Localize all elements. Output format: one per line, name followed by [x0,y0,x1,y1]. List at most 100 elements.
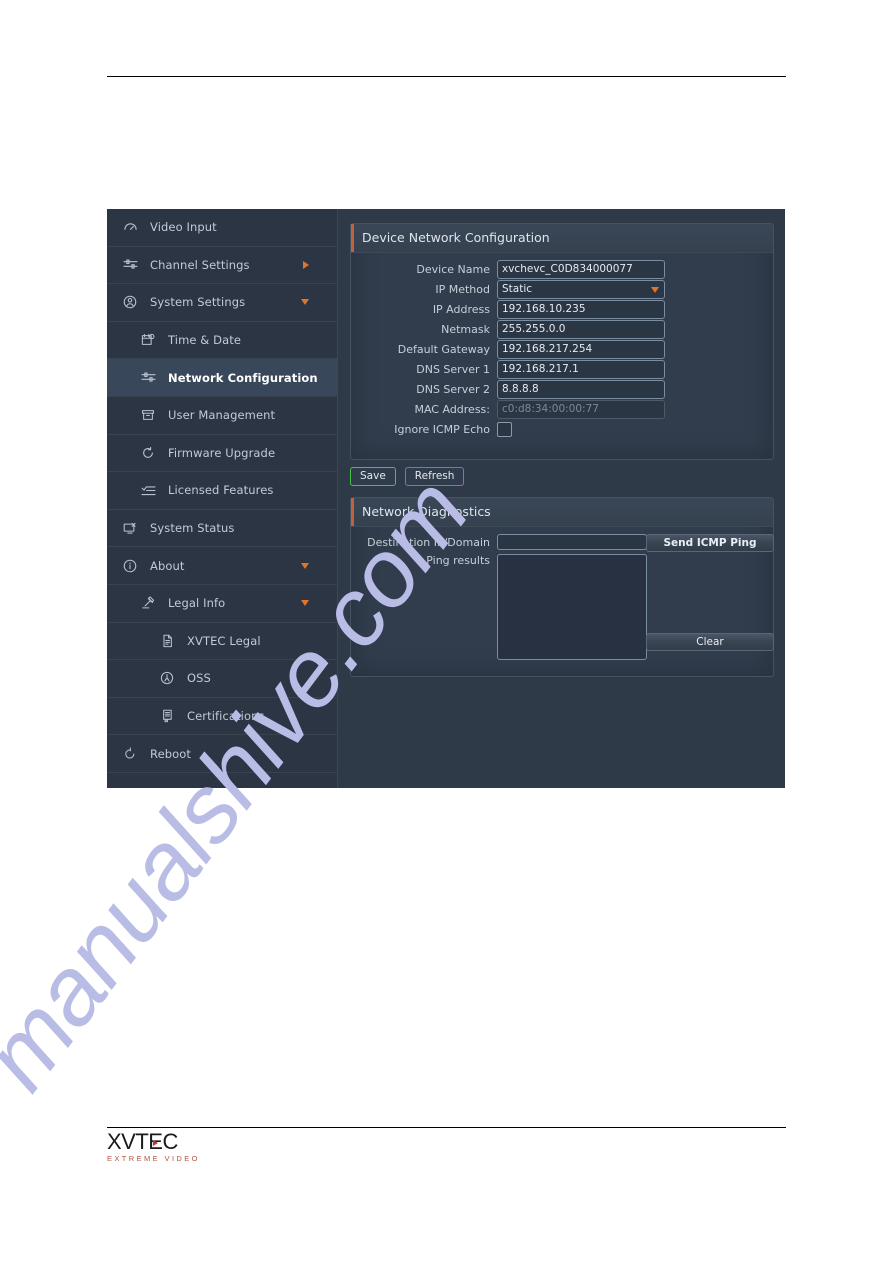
field-label-dns-server-1: DNS Server 1 [416,362,490,376]
input-netmask[interactable]: 255.255.0.0 [497,319,665,339]
gavel-icon [138,595,158,611]
brand-play-tick-icon [153,1140,158,1146]
sidebar-item-licensed-features[interactable]: Licensed Features [107,472,337,510]
field-row-dns-server-1: DNS Server 1 192.168.217.1 [351,359,773,379]
device-network-configuration-panel: Device Network Configuration Device Name… [350,223,774,460]
sidebar-item-label: Licensed Features [168,483,274,498]
sidebar-item-system-settings[interactable]: System Settings [107,284,337,322]
field-control-ip-address: 192.168.10.235 [497,299,665,319]
diagnostics-body: Destination IP/Domain Ping results Send … [351,527,774,674]
sidebar-item-user-management[interactable]: User Management [107,397,337,435]
input-dns-server-1[interactable]: 192.168.217.1 [497,359,665,379]
panel-title-diagnostics: Network Diagnostics [351,498,773,527]
field-row-netmask: Netmask 255.255.0.0 [351,319,773,339]
sliders-icon [138,370,158,386]
sidebar-item-legal-info[interactable]: Legal Info [107,585,337,623]
sidebar-item-system-status[interactable]: System Status [107,510,337,548]
sidebar-item-label: OSS [187,671,211,686]
device-network-form[interactable]: Device Name xvchevc_C0D834000077 IP Method… [351,253,773,439]
opensource-icon [157,670,177,686]
send-icmp-ping-button[interactable]: Send ICMP Ping [646,534,774,552]
field-label-netmask: Netmask [441,322,490,336]
field-row-mac-address: MAC Address: c0:d8:34:00:00:77 [351,399,773,419]
main-content: Device Network Configuration Device Name… [338,209,785,788]
sidebar-item-certifications[interactable]: Certifications [107,698,337,736]
field-row-ip-method: IP Method Static [351,279,773,299]
field-label-ip-address: IP Address [432,302,490,316]
chevron-down-icon[interactable] [651,286,659,293]
input-ip-address[interactable]: 192.168.10.235 [497,299,665,319]
sidebar-item-label: Video Input [150,220,217,235]
sidebar-nav[interactable]: Video Input Channel Settings System Settin… [107,209,338,788]
sidebar-item-reboot[interactable]: Reboot [107,735,337,773]
brand-text: XVTEC [107,1129,178,1154]
info-circle-icon [120,558,140,574]
sidebar-item-xvtec-legal[interactable]: XVTEC Legal [107,623,337,661]
sidebar-item-label: System Settings [150,295,246,310]
sidebar-item-label: Reboot [150,746,192,761]
field-control-dns-server-2: 8.8.8.8 [497,379,665,399]
brand-name: XVTEC [107,1131,178,1153]
field-label-default-gateway: Default Gateway [397,342,490,356]
field-label-device-name: Device Name [416,262,490,276]
network-diagnostics-panel: Network Diagnostics Destination IP/Domai… [350,497,774,677]
refresh-icon [138,445,158,461]
sidebar-item-label: System Status [150,521,235,536]
field-control-ignore-icmp-echo [497,421,512,437]
chevron-down-icon[interactable] [301,600,309,607]
destination-input[interactable] [497,534,647,550]
field-label-dns-server-2: DNS Server 2 [416,382,490,396]
form-action-bar: Save Refresh [350,467,465,486]
footer-logo: XVTEC EXTREME VIDEO [107,1131,307,1164]
sidebar-item-video-input[interactable]: Video Input [107,209,337,247]
sidebar-item-label: About [150,558,185,573]
input-device-name[interactable]: xvchevc_C0D834000077 [497,259,665,279]
sidebar-item-network-configuration[interactable]: Network Configuration [107,359,337,397]
document-icon [157,633,177,649]
sidebar-item-label: Channel Settings [150,257,250,272]
field-row-device-name: Device Name xvchevc_C0D834000077 [351,259,773,279]
ping-results-label: Ping results [426,554,490,567]
select-ip-method[interactable]: Static [497,279,665,299]
sidebar-item-label: Network Configuration [168,370,318,385]
ping-results-output[interactable] [497,554,647,660]
field-control-dns-server-1: 192.168.217.1 [497,359,665,379]
sidebar-item-firmware-upgrade[interactable]: Firmware Upgrade [107,435,337,473]
sidebar-item-oss[interactable]: OSS [107,660,337,698]
save-button[interactable]: Save [350,467,396,486]
field-label-ignore-icmp-echo: Ignore ICMP Echo [394,422,490,436]
checkbox-ignore-icmp-echo[interactable] [497,421,512,437]
field-row-ip-address: IP Address 192.168.10.235 [351,299,773,319]
chevron-down-icon[interactable] [301,562,309,569]
input-dns-server-2[interactable]: 8.8.8.8 [497,379,665,399]
destination-label: Destination IP/Domain [367,536,490,549]
field-control-mac-address: c0:d8:34:00:00:77 [497,399,665,419]
refresh-button[interactable]: Refresh [404,467,465,486]
field-row-dns-server-2: DNS Server 2 8.8.8.8 [351,379,773,399]
certificate-icon [157,708,177,724]
clear-button[interactable]: Clear [646,633,774,651]
chevron-down-icon[interactable] [301,299,309,306]
sidebar-item-label: XVTEC Legal [187,633,261,648]
input-default-gateway[interactable]: 192.168.217.254 [497,339,665,359]
device-web-ui-window: Video Input Channel Settings System Settin… [107,209,785,788]
field-control-device-name: xvchevc_C0D834000077 [497,259,665,279]
field-control-netmask: 255.255.0.0 [497,319,665,339]
monitor-check-icon [120,520,140,536]
gauge-icon [120,219,140,235]
power-cycle-icon [120,746,140,762]
sliders-icon [120,257,140,273]
select-value: Static [502,282,533,295]
sidebar-item-label: Certifications [187,709,265,724]
sidebar-item-time-date[interactable]: Time & Date [107,322,337,360]
sidebar-item-about[interactable]: About [107,547,337,585]
sidebar-item-label: Time & Date [168,333,242,348]
panel-title-device: Device Network Configuration [351,224,773,253]
user-circle-icon [120,294,140,310]
field-label-mac-address: MAC Address: [414,402,490,416]
chevron-right-icon[interactable] [303,260,309,269]
field-control-default-gateway: 192.168.217.254 [497,339,665,359]
footer-rule [107,1127,786,1128]
sidebar-item-channel-settings[interactable]: Channel Settings [107,247,337,285]
archive-box-icon [138,407,158,423]
